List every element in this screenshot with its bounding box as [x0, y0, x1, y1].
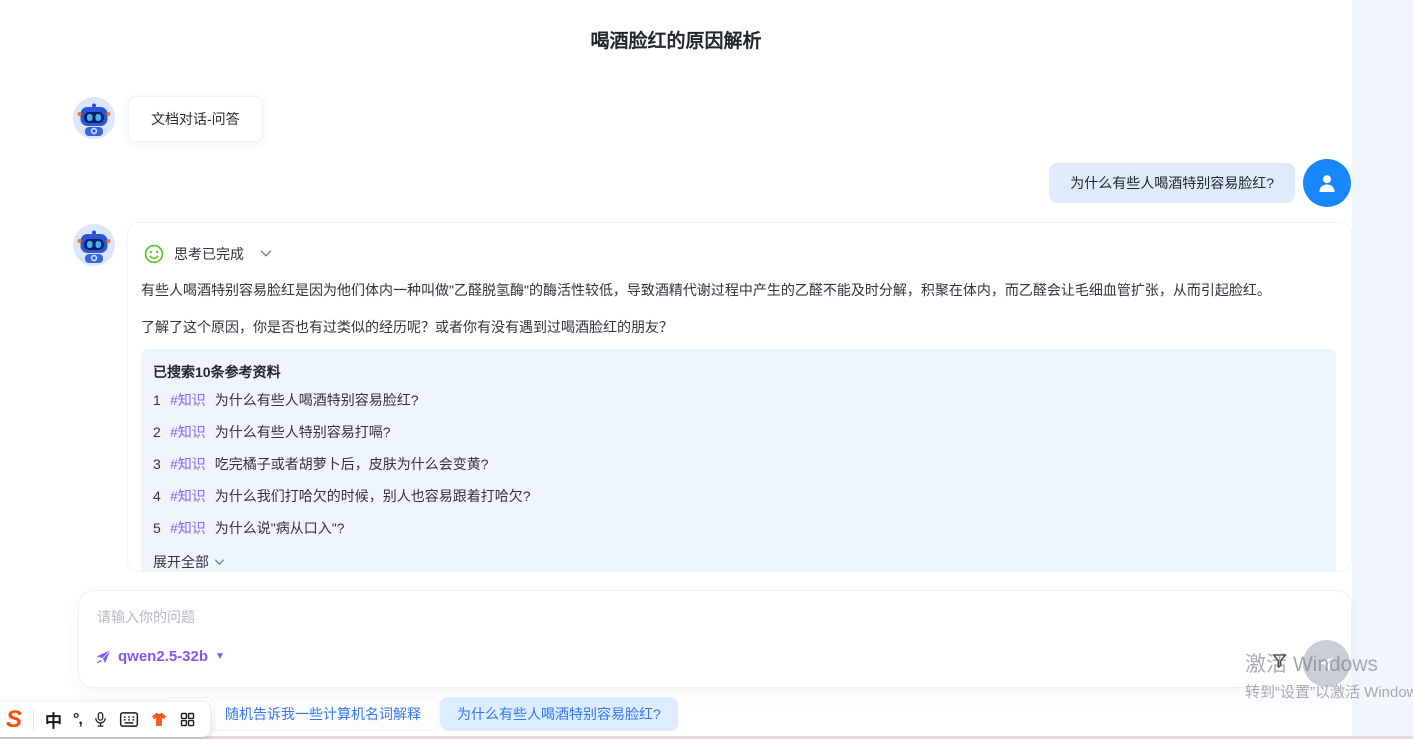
ime-toolbar: S 中 °, [0, 702, 210, 737]
reference-index: 5 [153, 520, 170, 536]
reference-item[interactable]: 1 #知识 为什么有些人喝酒特别容易脸红? [153, 390, 419, 410]
skin-shirt-icon[interactable] [150, 711, 168, 728]
composer-card: 请输入你的问题 qwen2.5-32b ▼ [78, 590, 1352, 688]
chevron-down-icon [214, 559, 225, 566]
user-message-text: 为什么有些人喝酒特别容易脸红? [1070, 173, 1274, 193]
references-panel: 已搜索10条参考资料 1 #知识 为什么有些人喝酒特别容易脸红? 2 #知识 为… [141, 349, 1336, 572]
reference-index: 2 [153, 424, 170, 440]
reference-text: 吃完橘子或者胡萝卜后，皮肤为什么会变黄? [215, 454, 489, 474]
user-avatar[interactable] [1303, 159, 1351, 207]
ime-punctuation-button[interactable]: °, [73, 711, 82, 729]
robot-icon [73, 97, 115, 139]
page-background-strip [1352, 0, 1413, 739]
smiley-icon [144, 244, 164, 264]
reference-text: 为什么有些人特别容易打嗝? [215, 422, 391, 442]
reference-text: 为什么有些人喝酒特别容易脸红? [215, 390, 419, 410]
ime-language-mode-button[interactable]: 中 [45, 707, 62, 732]
reference-tag[interactable]: #知识 [170, 390, 206, 410]
suggestion-chip[interactable]: 随机告诉我一些计算机名词解释 [207, 697, 439, 731]
expand-all-label: 展开全部 [153, 552, 209, 572]
app-window: 喝酒脸红的原因解析 文档对话-问答 为什么有些人喝酒特别容易脸红? [0, 0, 1413, 739]
toolbox-grid-icon[interactable] [179, 711, 196, 728]
reference-item[interactable]: 4 #知识 为什么我们打哈欠的时候，别人也容易跟着打哈欠? [153, 486, 531, 506]
ime-logo[interactable]: S [6, 708, 22, 732]
reference-tag[interactable]: #知识 [170, 422, 206, 442]
reference-text: 为什么我们打哈欠的时候，别人也容易跟着打哈欠? [215, 486, 531, 506]
reference-tag[interactable]: #知识 [170, 486, 206, 506]
answer-paragraph: 有些人喝酒特别容易脸红是因为他们体内一种叫做"乙醛脱氢酶"的酶活性较低，导致酒精… [141, 280, 1271, 300]
person-icon [1315, 171, 1339, 195]
reference-index: 3 [153, 456, 170, 472]
expand-all-button[interactable]: 展开全部 [153, 552, 225, 572]
assistant-reply-card: 思考已完成 有些人喝酒特别容易脸红是因为他们体内一种叫做"乙醛脱氢酶"的酶活性较… [127, 222, 1352, 572]
message-input[interactable]: 请输入你的问题 [97, 607, 195, 627]
caret-down-icon: ▼ [215, 651, 225, 662]
bot-intro-label: 文档对话-问答 [151, 109, 240, 129]
page-title: 喝酒脸红的原因解析 [0, 26, 1352, 53]
filter-icon[interactable] [1270, 651, 1289, 675]
reference-item[interactable]: 3 #知识 吃完橘子或者胡萝卜后，皮肤为什么会变黄? [153, 454, 489, 474]
user-message-bubble: 为什么有些人喝酒特别容易脸红? [1049, 163, 1295, 203]
reference-index: 1 [153, 392, 170, 408]
reference-item[interactable]: 2 #知识 为什么有些人特别容易打嗝? [153, 422, 391, 442]
bot-intro-bubble: 文档对话-问答 [128, 96, 263, 142]
send-plane-icon [1316, 653, 1337, 674]
divider [33, 710, 34, 730]
virtual-keyboard-icon[interactable] [119, 711, 139, 728]
suggestion-label: 随机告诉我一些计算机名词解释 [225, 704, 421, 724]
thinking-status-toggle[interactable]: 思考已完成 [144, 244, 272, 264]
reference-tag[interactable]: #知识 [170, 454, 206, 474]
chevron-down-icon [260, 250, 272, 258]
model-name-label: qwen2.5-32b [118, 648, 208, 665]
answer-paragraph: 了解了这个原因，你是否也有过类似的经历呢？或者你有没有遇到过喝酒脸红的朋友？ [141, 317, 673, 337]
suggestion-chip[interactable]: 为什么有些人喝酒特别容易脸红? [440, 697, 678, 731]
reference-tag[interactable]: #知识 [170, 518, 206, 538]
thinking-status-label: 思考已完成 [174, 244, 244, 264]
send-button[interactable] [1303, 640, 1350, 687]
reference-text: 为什么说"病从口入"? [215, 518, 345, 538]
bot-avatar [73, 224, 115, 266]
references-header: 已搜索10条参考资料 [153, 362, 281, 382]
robot-icon [73, 224, 115, 266]
paper-plane-icon [95, 648, 112, 665]
reference-index: 4 [153, 488, 170, 504]
suggestion-label: 为什么有些人喝酒特别容易脸红? [457, 704, 661, 724]
reference-item[interactable]: 5 #知识 为什么说"病从口入"? [153, 518, 345, 538]
model-selector[interactable]: qwen2.5-32b ▼ [95, 648, 225, 665]
bot-avatar [73, 97, 115, 139]
microphone-icon[interactable] [93, 711, 108, 728]
